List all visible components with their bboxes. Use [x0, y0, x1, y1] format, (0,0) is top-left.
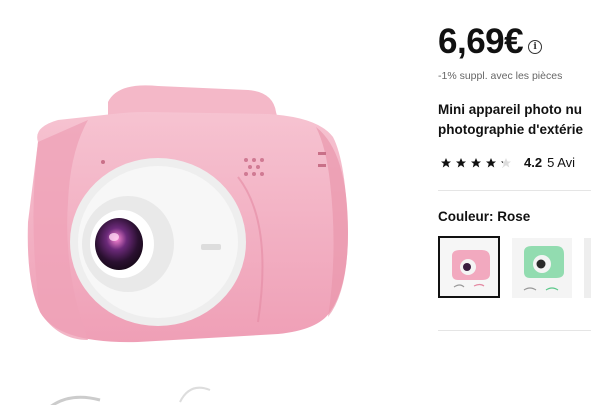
review-count[interactable]: 5 Avi: [547, 155, 575, 170]
star-icon: [486, 157, 496, 167]
price-row: 6,69€ i: [438, 22, 543, 62]
divider: [438, 330, 591, 331]
product-title-line-2: photographie d'extérie: [438, 122, 583, 137]
pink-camera-illustration: [27, 85, 348, 343]
product-info-panel: 6,69€ i -1% suppl. avec les pièces Mini …: [438, 0, 591, 405]
star-rating: [440, 157, 515, 169]
star-icon: [441, 157, 451, 167]
star-partial-icon: [501, 157, 511, 167]
color-swatch-other[interactable]: [584, 238, 591, 298]
star-icon: [471, 157, 481, 167]
rating-value: 4.2: [524, 155, 543, 170]
product-gallery: [0, 0, 415, 405]
secondary-image-preview: [50, 386, 211, 405]
color-label: Couleur: Rose: [438, 209, 530, 224]
color-swatch-pink[interactable]: [438, 236, 500, 298]
color-swatch-green[interactable]: [512, 238, 572, 298]
rating-row[interactable]: 4.2 5 Avi: [440, 155, 575, 170]
divider: [438, 190, 591, 191]
product-price: 6,69€: [438, 22, 524, 61]
other-camera-thumbnail: [584, 238, 591, 298]
main-product-image[interactable]: [18, 72, 358, 352]
green-camera-thumbnail: [512, 238, 572, 298]
color-label-text: Couleur:: [438, 209, 494, 224]
secondary-product-image[interactable]: [40, 372, 230, 405]
star-icon: [456, 157, 466, 167]
product-title[interactable]: Mini appareil photo nu photographie d'ex…: [438, 100, 591, 140]
product-title-line-1: Mini appareil photo nu: [438, 102, 582, 117]
info-icon[interactable]: i: [528, 40, 543, 54]
selected-color-name: Rose: [497, 209, 531, 224]
price-coins-note: -1% suppl. avec les pièces: [438, 70, 563, 82]
pink-camera-thumbnail: [440, 238, 498, 296]
